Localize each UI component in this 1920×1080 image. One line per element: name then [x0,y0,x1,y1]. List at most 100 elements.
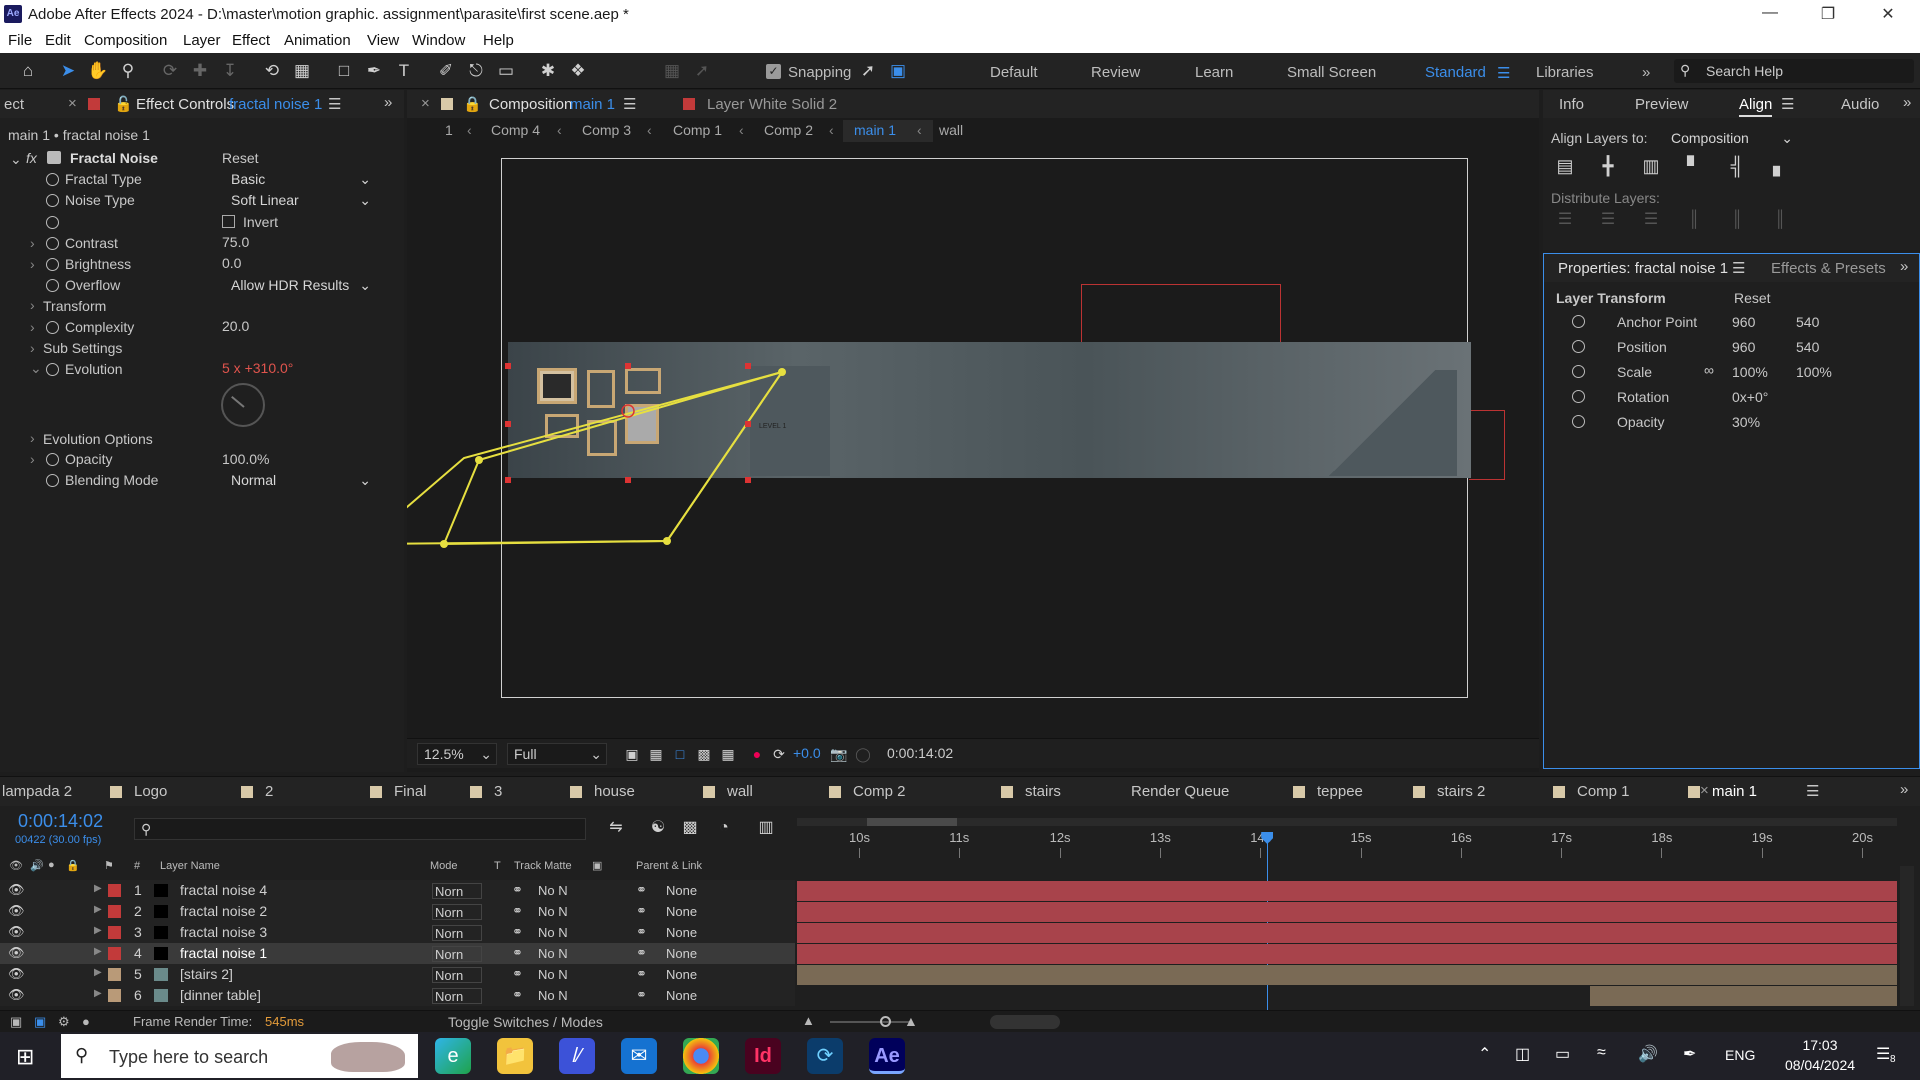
windows-start-icon[interactable]: ⊞ [16,1044,34,1070]
transform-handle[interactable] [625,477,631,483]
layer-row[interactable]: 👁 ▶ 3 fractal noise 3 Norn ⚭ No N ⚭ None [0,922,795,943]
expand-panels-icon[interactable]: » [1900,258,1908,275]
tab-info[interactable]: Info [1559,96,1584,113]
workspace-review[interactable]: Review [1091,64,1140,81]
layer-duration-bar[interactable] [1590,986,1897,1006]
mask-path-overlay[interactable] [407,90,1539,772]
timeline-tab[interactable]: Render Queue [1131,783,1229,800]
transform-handle[interactable] [625,363,631,369]
stopwatch-icon[interactable] [46,474,59,487]
timeline-tab[interactable]: 2 [265,783,273,800]
expand-layer-icon[interactable]: ▶ [94,925,102,936]
complexity-value[interactable]: 20.0 [222,318,249,334]
collapse-arrow-icon[interactable]: ⌄ [30,360,42,377]
menu-animation[interactable]: Animation [284,32,351,49]
visibility-eye-icon[interactable]: 👁 [8,966,25,982]
distribute-right-icon[interactable]: ║ [1768,208,1792,232]
layer-name-header[interactable]: Layer Name [160,860,220,872]
channel-icon[interactable]: ● [745,742,769,766]
timeline-tab[interactable]: Comp 1 [1577,783,1630,800]
show-hidden-icons[interactable]: ⌃ [1478,1044,1491,1064]
stopwatch-icon[interactable] [46,279,59,292]
mask-vertex[interactable] [778,368,786,376]
timeline-tab[interactable]: stairs [1025,783,1061,800]
volume-icon[interactable]: 🔊 [1638,1044,1658,1064]
viewer-timecode[interactable]: 0:00:14:02 [887,745,953,761]
layer-name[interactable]: fractal noise 4 [180,882,267,898]
expand-arrow-icon[interactable]: › [30,430,35,446]
workspace-default[interactable]: Default [990,64,1038,81]
mask-path[interactable] [407,370,785,545]
track-matte-link-icon[interactable]: ⚭ [512,987,523,1003]
layer-name[interactable]: fractal noise 2 [180,903,267,919]
layer-mode-dropdown[interactable]: Norn [432,883,482,899]
track-matte-link-icon[interactable]: ⚭ [512,882,523,898]
position-y[interactable]: 540 [1796,339,1819,355]
panel-menu-icon[interactable]: ☰ [1781,95,1794,113]
hand-tool-icon[interactable]: ✋ [86,59,110,83]
visibility-eye-icon[interactable]: 👁 [8,903,25,919]
layer-track-matte-value[interactable]: No N [538,967,568,982]
align-center-h-icon[interactable]: ╋ [1596,154,1620,178]
align-to-dropdown[interactable]: Composition ⌄ [1667,128,1797,148]
snapshot-icon[interactable]: 📷 [827,742,851,766]
workspace-libraries[interactable]: Libraries [1536,64,1594,81]
scale-x[interactable]: 100% [1732,364,1768,380]
properties-tab[interactable]: Properties: fractal noise 1 [1558,260,1728,277]
layer-parent-dropdown[interactable]: None [662,946,772,962]
brush-tool-icon[interactable]: ✐ [434,59,458,83]
tab-audio[interactable]: Audio [1841,96,1879,113]
visibility-eye-icon[interactable]: 👁 [8,987,25,1003]
visibility-eye-icon[interactable]: 👁 [8,945,25,961]
noise-type-dropdown[interactable]: Soft Linear ⌄ [231,192,371,208]
layer-parent-dropdown[interactable]: None [662,904,772,920]
indesign-icon[interactable]: Id [745,1038,781,1074]
layer-name[interactable]: fractal noise 1 [180,945,267,961]
transform-handle[interactable] [505,477,511,483]
layer-parent-dropdown[interactable]: None [662,883,772,899]
sub-settings-group-label[interactable]: Sub Settings [43,340,122,356]
mail-icon[interactable]: ✉ [621,1038,657,1074]
position-x[interactable]: 960 [1732,339,1755,355]
timeline-tab[interactable]: Logo [134,783,167,800]
stopwatch-icon[interactable] [46,363,59,376]
track-matte-link-icon[interactable]: ⚭ [512,924,523,940]
layer-label-color[interactable] [108,926,121,939]
panel-menu-icon[interactable]: ☰ [328,95,341,113]
distribute-left-icon[interactable]: ║ [1682,208,1706,232]
dolly-tool-icon[interactable]: ↧ [218,59,242,83]
brightness-value[interactable]: 0.0 [222,255,241,271]
track-matte-link-icon[interactable]: ⚭ [512,945,523,961]
timeline-tab[interactable]: house [594,783,635,800]
project-tab[interactable]: ect [4,96,24,113]
expand-arrow-icon[interactable]: › [30,235,35,251]
mask-vertex[interactable] [663,537,671,545]
puppet-pin-icon[interactable]: ❖ [566,59,590,83]
effect-collapse-icon[interactable]: ⌄ [10,151,22,168]
language-indicator[interactable]: ENG [1725,1047,1755,1063]
parent-pick-whip-icon[interactable]: ⚭ [636,966,647,982]
layer-name[interactable]: [dinner table] [180,987,261,1003]
monitor-icon[interactable]: ◫ [1515,1044,1530,1064]
workspace-learn[interactable]: Learn [1195,64,1233,81]
transparency-grid-icon[interactable]: ▦ [644,742,668,766]
distribute-center-icon[interactable]: ☰ [1596,208,1620,232]
timeline-tab[interactable]: Final [394,783,427,800]
stopwatch-icon[interactable] [46,237,59,250]
invert-checkbox[interactable] [222,215,235,228]
close-tab-icon[interactable]: × [1700,782,1709,799]
rotate-tool-icon[interactable]: ⟲ [260,59,284,83]
snapping-checkbox[interactable]: ✓ [766,64,781,79]
anchor-point-y[interactable]: 540 [1796,314,1819,330]
clock-time[interactable]: 17:03 [1780,1037,1860,1053]
time-ruler[interactable]: 10s 11s 12s 13s 14s 15s 16s 17s 18s 19s 20s [797,826,1897,858]
mask-visibility-icon[interactable]: □ [668,742,692,766]
lock-icon[interactable]: 🔓 [114,95,133,113]
battery-icon[interactable]: ▭ [1555,1044,1570,1064]
expand-arrow-icon[interactable]: › [30,319,35,335]
layer-label-color[interactable] [108,884,121,897]
timeline-tab[interactable]: wall [727,783,753,800]
motion-blur-icon[interactable]: ◔ [712,816,736,840]
align-icon[interactable]: ▦ [660,59,684,83]
rectangle-tool-icon[interactable]: □ [332,59,356,83]
